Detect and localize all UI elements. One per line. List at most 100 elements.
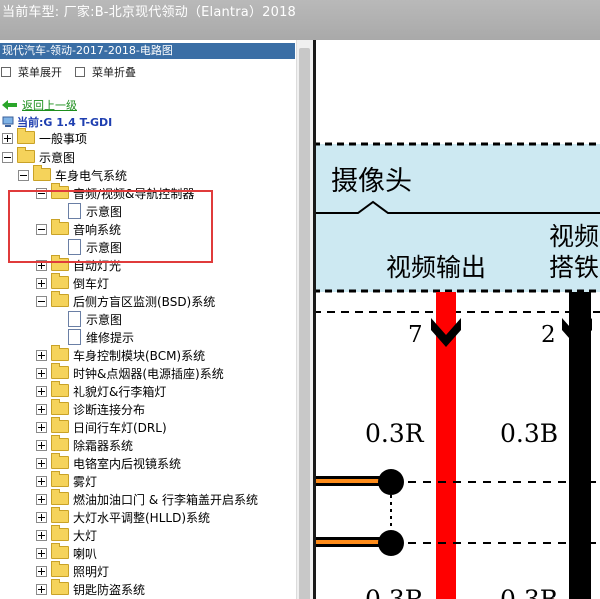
collapse-toggle-icon[interactable] xyxy=(36,296,47,307)
diagram-view: 摄像头 视频输出 视频 搭铁 7 2 0.3R 0.3B 0.3R 0.3B xyxy=(313,40,600,599)
tree-item-headlamp[interactable]: 大灯 xyxy=(36,525,98,545)
tree-label: 燃油加油口门 & 行李箱盖开启系统 xyxy=(73,493,258,507)
document-icon xyxy=(68,329,81,345)
collapse-toggle-icon[interactable] xyxy=(2,152,13,163)
folder-icon xyxy=(51,417,69,433)
tree-label: 钥匙防盗系统 xyxy=(73,583,146,597)
tree-item-fuel-trunk[interactable]: 燃油加油口门 & 行李箱盖开启系统 xyxy=(36,489,258,509)
tree-item-fog[interactable]: 雾灯 xyxy=(36,471,98,491)
panel-title: 现代汽车-领动-2017-2018-电路图 xyxy=(0,43,295,59)
tree-label: 一般事项 xyxy=(39,132,88,146)
collapse-menu-label: 菜单折叠 xyxy=(92,66,136,79)
expand-toggle-icon[interactable] xyxy=(36,278,47,289)
expand-toggle-icon[interactable] xyxy=(36,584,47,595)
vertical-scrollbar[interactable] xyxy=(296,40,313,599)
tree-item-body-electrical[interactable]: 车身电气系统 xyxy=(18,165,128,185)
expand-menu-button[interactable]: 菜单展开 xyxy=(1,64,62,80)
folder-icon xyxy=(51,471,69,487)
expand-toggle-icon[interactable] xyxy=(2,133,13,144)
back-arrow-icon xyxy=(2,100,17,110)
folder-icon xyxy=(51,345,69,361)
pin-number-left: 7 xyxy=(408,322,423,348)
tree-item-immobilizer[interactable]: 钥匙防盗系统 xyxy=(36,579,146,599)
scrollbar-thumb[interactable] xyxy=(299,48,310,599)
wire-spec-left-bottom: 0.3R xyxy=(365,585,425,599)
tree-item-horn[interactable]: 喇叭 xyxy=(36,543,98,563)
expand-icon xyxy=(1,67,11,77)
tree-label: 电铬室内后视镜系统 xyxy=(73,457,182,471)
expand-toggle-icon[interactable] xyxy=(36,458,47,469)
tree-label: 车身控制模块(BCM)系统 xyxy=(73,349,206,363)
folder-open-icon xyxy=(33,165,51,181)
collapse-menu-button[interactable]: 菜单折叠 xyxy=(75,64,136,80)
collapse-icon xyxy=(75,67,85,77)
folder-icon xyxy=(51,363,69,379)
tree-label: 礼貌灯&行李箱灯 xyxy=(73,385,167,399)
splice-point-top xyxy=(378,469,404,495)
tree-label: 车身电气系统 xyxy=(55,169,128,183)
wire-spec-right: 0.3B xyxy=(500,419,558,448)
tree-label: 除霜器系统 xyxy=(73,439,134,453)
video-label: 视频 xyxy=(549,222,599,251)
folder-open-icon xyxy=(51,291,69,307)
expand-toggle-icon[interactable] xyxy=(36,566,47,577)
expand-toggle-icon[interactable] xyxy=(36,512,47,523)
tree-label: 维修提示 xyxy=(86,331,135,345)
tree-label: 时钟&点烟器(电源插座)系统 xyxy=(73,367,224,381)
wire-spec-left: 0.3R xyxy=(365,419,425,448)
folder-icon xyxy=(51,543,69,559)
tree-item-illumination[interactable]: 照明灯 xyxy=(36,561,110,581)
folder-icon xyxy=(51,435,69,451)
tree-label: 大灯 xyxy=(73,529,98,543)
expand-toggle-icon[interactable] xyxy=(36,440,47,451)
expand-toggle-icon[interactable] xyxy=(36,386,47,397)
video-out-label: 视频输出 xyxy=(386,253,486,282)
title-bar: 当前车型: 厂家:B-北京现代领动（Elantra）2018 xyxy=(0,0,600,41)
tree-label: 倒车灯 xyxy=(73,277,110,291)
tree-label: 大灯水平调整(HLLD)系统 xyxy=(73,511,210,525)
pin-number-right: 2 xyxy=(541,322,556,348)
folder-icon xyxy=(51,381,69,397)
expand-menu-label: 菜单展开 xyxy=(18,66,62,79)
document-icon xyxy=(68,311,81,327)
computer-icon xyxy=(2,116,14,127)
expand-toggle-icon[interactable] xyxy=(36,422,47,433)
expand-toggle-icon[interactable] xyxy=(36,350,47,361)
folder-icon xyxy=(17,128,35,144)
expand-toggle-icon[interactable] xyxy=(36,530,47,541)
tree-item-bsd-schematic[interactable]: 示意图 xyxy=(68,311,122,329)
wiring-diagram: 摄像头 视频输出 视频 搭铁 7 2 0.3R 0.3B 0.3R 0.3B xyxy=(313,142,600,599)
back-link-row[interactable]: 返回上一级 xyxy=(2,97,77,113)
vehicle-title: 当前车型: 厂家:B-北京现代领动（Elantra）2018 xyxy=(2,5,297,20)
tree-label: 雾灯 xyxy=(73,475,98,489)
ground-label: 搭铁 xyxy=(549,253,599,282)
folder-icon xyxy=(51,273,69,289)
tree-label: 后侧方盲区监测(BSD)系统 xyxy=(73,295,216,309)
navigation-panel: 现代汽车-领动-2017-2018-电路图 菜单展开 菜单折叠 返回上一级 当前… xyxy=(0,40,313,599)
tree-label: 示意图 xyxy=(86,313,123,327)
panel-splitter[interactable] xyxy=(313,40,316,599)
tree-item-reverse-light[interactable]: 倒车灯 xyxy=(36,273,110,293)
folder-open-icon xyxy=(17,147,35,163)
tree-item-bsd[interactable]: 后侧方盲区监测(BSD)系统 xyxy=(36,291,216,311)
expand-toggle-icon[interactable] xyxy=(36,548,47,559)
tree-item-general[interactable]: 一般事项 xyxy=(2,128,88,148)
expand-toggle-icon[interactable] xyxy=(36,404,47,415)
tree-item-clock[interactable]: 时钟&点烟器(电源插座)系统 xyxy=(36,363,224,383)
expand-toggle-icon[interactable] xyxy=(36,476,47,487)
collapse-toggle-icon[interactable] xyxy=(18,170,29,181)
tree-label: 喇叭 xyxy=(73,547,98,561)
tree-item-bsd-service[interactable]: 维修提示 xyxy=(68,329,134,347)
expand-toggle-icon[interactable] xyxy=(36,494,47,505)
back-link[interactable]: 返回上一级 xyxy=(22,99,77,112)
tree-label: 日间行车灯(DRL) xyxy=(73,421,167,435)
folder-icon xyxy=(51,453,69,469)
folder-icon xyxy=(51,561,69,577)
folder-icon xyxy=(51,507,69,523)
folder-icon xyxy=(51,399,69,415)
tree-item-hlld[interactable]: 大灯水平调整(HLLD)系统 xyxy=(36,507,210,527)
expand-toggle-icon[interactable] xyxy=(36,368,47,379)
tree-item-bcm[interactable]: 车身控制模块(BCM)系统 xyxy=(36,345,206,365)
folder-icon xyxy=(51,525,69,541)
tree-label: 照明灯 xyxy=(73,565,110,579)
